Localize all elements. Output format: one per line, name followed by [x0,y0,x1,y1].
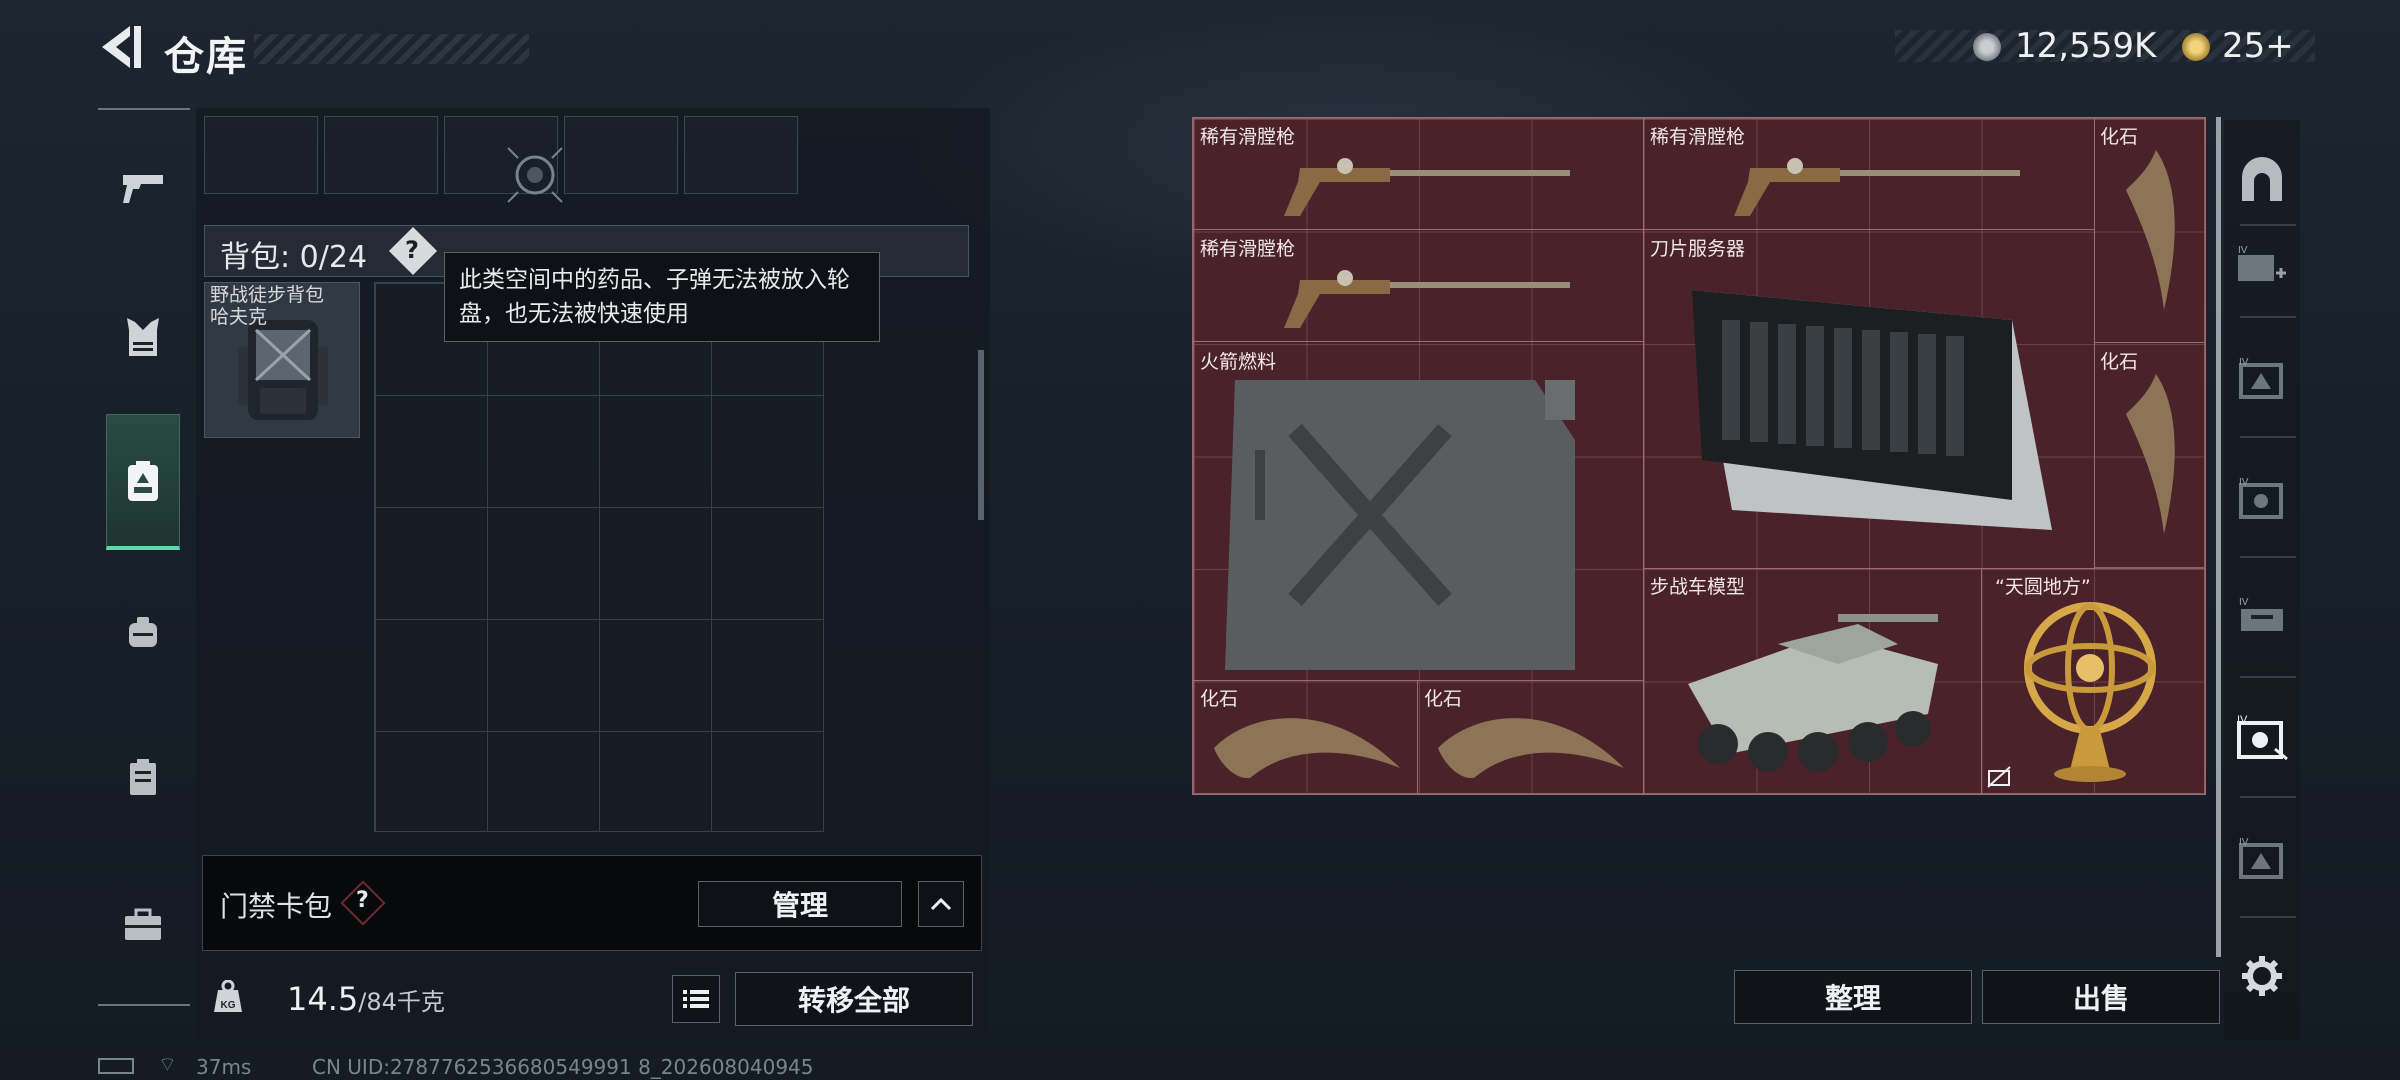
tab-divider [2240,916,2296,918]
settings-button[interactable] [2228,942,2296,1010]
helmet-pack-icon [129,617,157,647]
svg-text:IV: IV [2239,837,2249,848]
equipment-slot[interactable] [204,116,318,194]
uid-text: CN UID:2787762536680549991 8_20260804094… [312,1055,814,1079]
blade-server-image [1692,290,2052,530]
left-scrollbar[interactable] [978,350,984,520]
stash-space-icon: IV [2239,357,2283,399]
stash-tab-add[interactable]: IV [2228,232,2296,300]
armor-icon [127,318,159,356]
toolbox-icon [125,908,161,940]
back-arrow-icon[interactable] [96,22,146,72]
armillary-sphere-image [2024,602,2156,782]
title-decoration [254,34,529,64]
ifv-model-image [1688,614,1938,772]
stash-space-icon: IV [2239,477,2283,519]
wifi-icon: ⌔ [158,1052,177,1076]
equipment-slot[interactable] [564,116,678,194]
pistol-icon [123,175,163,203]
item-label: 化石 [2100,126,2139,148]
backpack-tab-icon [128,460,158,501]
weight-readout: 14.5/84千克 [287,980,445,1018]
sidebar-top-line [98,108,190,110]
sidebar-item-weapons[interactable] [106,152,180,226]
tab-divider [2240,224,2296,226]
sidebar-item-backpack[interactable] [106,414,180,550]
backpack-item-name: 野战徒步背包 [210,284,325,306]
fossil-claw-image [2126,150,2175,310]
stash-tab-5-active[interactable]: IV [2228,704,2296,772]
svg-text:IV: IV [2237,714,2248,726]
svg-text:IV: IV [2238,245,2248,256]
weight-max: /84千克 [358,988,445,1016]
sidebar-item-case[interactable] [106,740,180,814]
collapse-button[interactable] [918,881,964,927]
fossil-claw-image [2126,374,2175,534]
tab-divider [2240,316,2296,318]
backpack-tooltip: 此类空间中的药品、子弹无法被放入轮盘，也无法被快速使用 [444,252,880,342]
chevron-up-icon [930,897,952,911]
tab-divider [2240,796,2296,798]
list-view-button[interactable] [672,975,720,1023]
musket-image [1284,158,1570,216]
backpack-item-brand: 哈夫克 [210,306,268,328]
stash-space-icon: IV [2237,714,2288,761]
backpack-label: 背包: [220,240,291,275]
stash-space-icon: IV [2239,597,2283,631]
target-reticle-icon [507,147,563,203]
svg-text:IV: IV [2239,597,2249,608]
equipment-slot[interactable] [684,116,798,194]
add-space-icon: IV [2238,245,2286,281]
stash-space-icon: IV [2239,837,2283,879]
gold-amount: 25+ [2222,26,2294,66]
ping-text: 37ms [196,1055,252,1079]
musket-image [1734,158,2020,216]
stash-tab-2[interactable]: IV [2228,344,2296,412]
weight-value: 14.5 [287,980,359,1018]
backpack-label-row: 背包: 0/24 [220,232,367,276]
weight-icon: KG [214,980,242,1012]
rocket-fuel-can-image [1225,380,1575,670]
list-icon [683,990,709,1008]
svg-text:KG: KG [221,1000,236,1011]
access-help-glyph: ? [356,888,369,913]
tab-divider [2240,676,2296,678]
transfer-all-button[interactable]: 转移全部 [735,972,973,1026]
gear-icon [2242,956,2282,996]
fossil-claw-image [1438,718,1624,778]
tab-divider [2240,556,2296,558]
arch-icon [2242,157,2282,201]
silver-coin-icon [1973,33,2001,61]
svg-text:IV: IV [2239,357,2249,368]
manage-button[interactable]: 管理 [698,881,902,927]
stash-tab-4[interactable]: IV [2228,584,2296,652]
gold-coin-icon [2182,33,2210,61]
sidebar-bottom-line [98,1004,190,1006]
tab-divider [2240,436,2296,438]
sidebar-item-armor[interactable] [106,300,180,374]
stash-tab-3[interactable]: IV [2228,464,2296,532]
sell-button[interactable]: 出售 [1982,970,2220,1024]
stash-tab-6[interactable]: IV [2228,824,2296,892]
backpack-grid[interactable] [374,282,824,832]
battery-icon [98,1058,134,1074]
case-icon [130,759,156,795]
help-glyph: ? [405,236,419,264]
svg-text:IV: IV [2239,477,2249,488]
fossil-claw-image [1214,718,1400,778]
sidebar-item-rig[interactable] [106,594,180,668]
page-title: 仓库 [164,34,248,80]
access-card-label: 门禁卡包 [220,890,333,923]
sort-button[interactable]: 整理 [1734,970,1972,1024]
backpack-count: 0/24 [299,240,368,275]
no-sell-icon [1987,766,2011,788]
stash-tab-all[interactable] [2228,146,2296,214]
silver-amount: 12,559K [2015,26,2157,66]
equipment-slot[interactable] [324,116,438,194]
sidebar-item-toolbox[interactable] [106,888,180,962]
musket-image [1284,270,1570,328]
right-scrollbar[interactable] [2216,117,2221,957]
backpack-item-name-block: 野战徒步背包 哈夫克 [210,284,360,328]
